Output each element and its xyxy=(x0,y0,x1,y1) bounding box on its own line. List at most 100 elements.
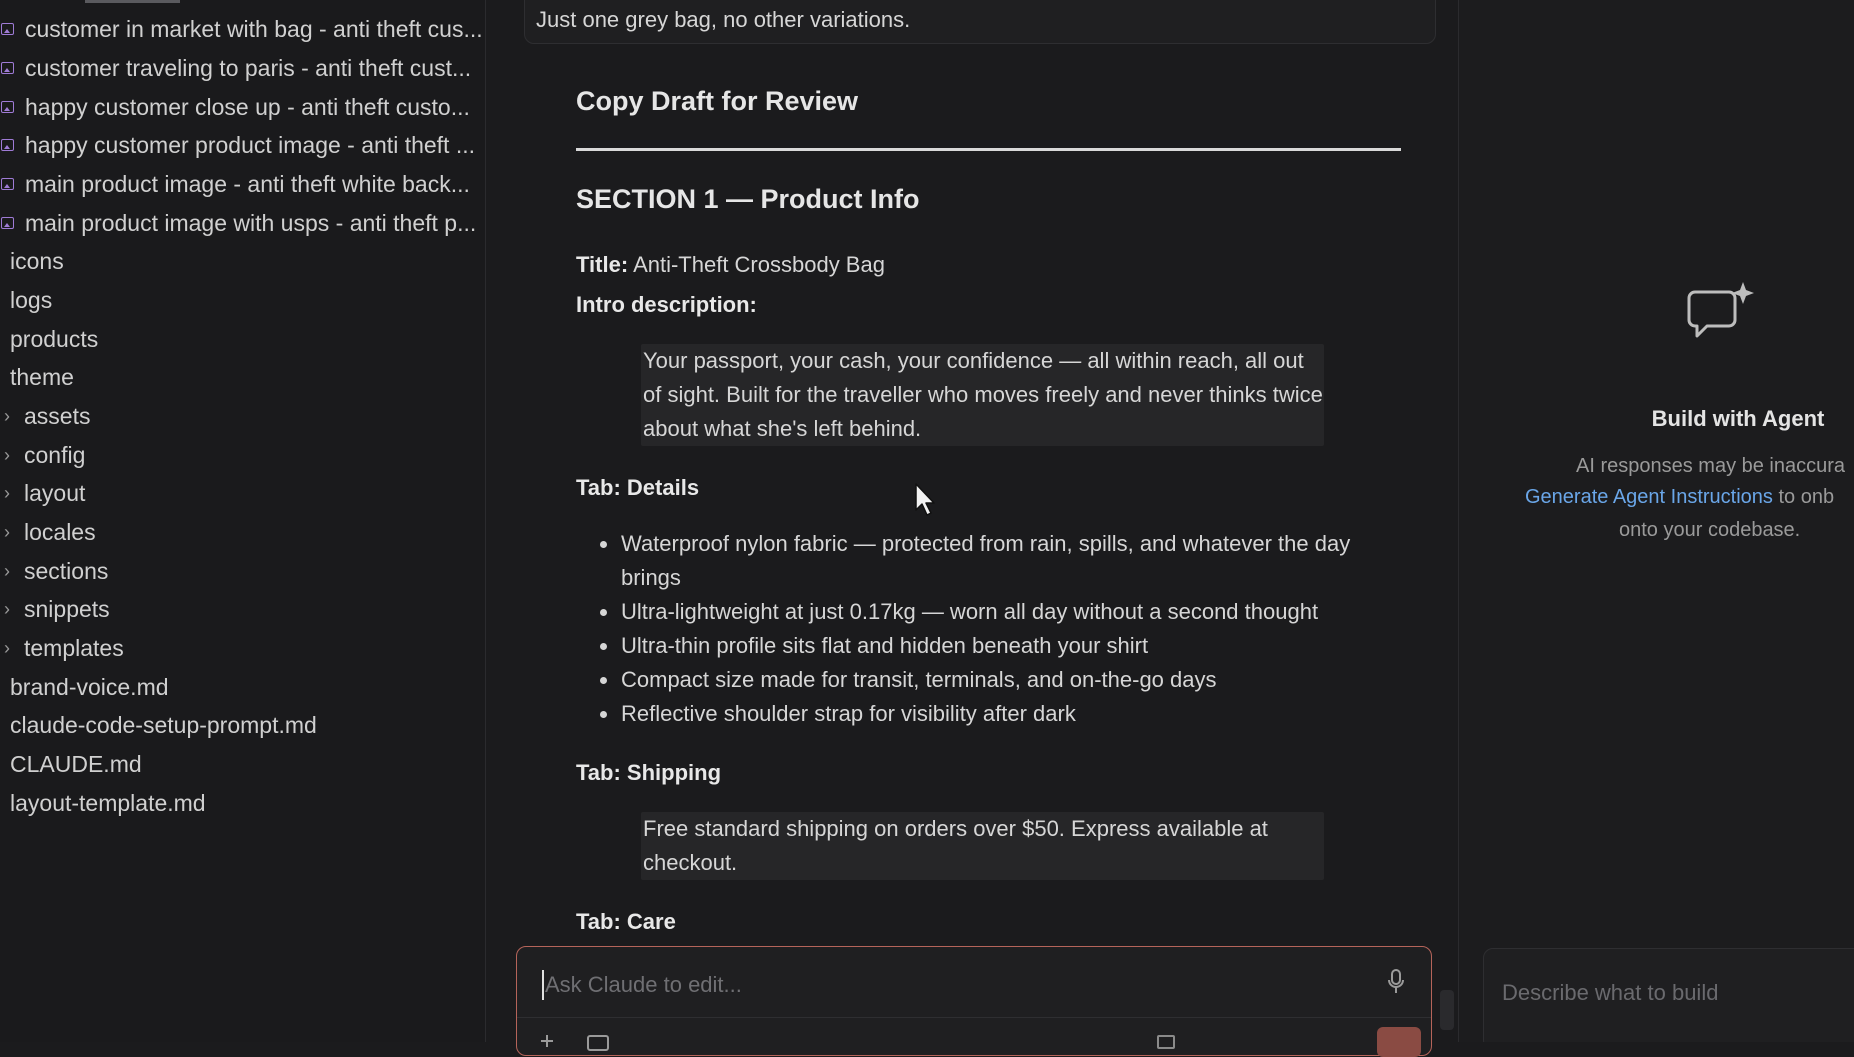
list-item: Waterproof nylon fabric — protected from… xyxy=(576,527,1406,595)
tree-item-label: assets xyxy=(24,402,91,429)
build-input-box[interactable] xyxy=(1483,948,1854,1042)
plus-icon[interactable] xyxy=(539,1033,555,1054)
tree-item-folder-collapsed[interactable]: › config xyxy=(0,436,485,474)
chevron-right-icon: › xyxy=(4,599,10,619)
title-value: Anti-Theft Crossbody Bag xyxy=(633,252,885,277)
tree-item-image-file[interactable]: customer traveling to paris - anti theft… xyxy=(0,49,485,87)
image-file-icon xyxy=(0,138,14,152)
tree-item-folder[interactable]: logs xyxy=(0,281,485,319)
tree-item-label: layout-template.md xyxy=(10,789,206,816)
tree-item-folder-collapsed[interactable]: › sections xyxy=(0,552,485,590)
tree-item-label: theme xyxy=(10,363,74,390)
title-line: Title: Anti-Theft Crossbody Bag xyxy=(576,252,885,278)
tree-item-file[interactable]: claude-code-setup-prompt.md xyxy=(0,706,485,744)
shipping-text: Free standard shipping on orders over $5… xyxy=(643,816,1268,875)
chat-sparkle-icon xyxy=(1685,280,1759,353)
list-item: Reflective shoulder strap for visibility… xyxy=(576,697,1406,731)
tree-item-folder[interactable]: theme xyxy=(0,358,485,396)
tree-item-label: claude-code-setup-prompt.md xyxy=(10,711,317,738)
conversation-panel: Just one grey bag, no other variations. … xyxy=(486,0,1458,1042)
details-label: Tab: Details xyxy=(576,475,700,500)
attachment-icon[interactable] xyxy=(587,1035,609,1051)
agent-codebase-line: onto your codebase. xyxy=(1619,519,1801,541)
tree-item-label: main product image - anti theft white ba… xyxy=(25,170,470,197)
generate-agent-instructions-link[interactable]: Generate Agent Instructions xyxy=(1525,486,1773,508)
tree-item-file[interactable]: layout-template.md xyxy=(0,784,485,822)
scrollbar[interactable] xyxy=(1440,990,1454,1030)
section-heading: SECTION 1 — Product Info xyxy=(576,184,920,214)
tree-item-folder-collapsed[interactable]: › locales xyxy=(0,513,485,551)
tree-item-folder-collapsed[interactable]: › layout xyxy=(0,474,485,512)
folder-icon[interactable] xyxy=(1157,1035,1175,1049)
mouse-cursor-icon xyxy=(914,482,938,523)
list-item: Compact size made for transit, terminals… xyxy=(576,663,1406,697)
tree-item-label: CLAUDE.md xyxy=(10,750,142,777)
tree-item-file[interactable]: CLAUDE.md xyxy=(0,745,485,783)
tree-item-label: layout xyxy=(24,479,86,506)
image-file-icon xyxy=(0,100,14,114)
chevron-right-icon: › xyxy=(4,483,10,503)
tree-item-folder[interactable]: products xyxy=(0,320,485,358)
image-file-icon xyxy=(0,22,14,36)
agent-disclaimer: AI responses may be inaccura xyxy=(1576,455,1846,477)
microphone-icon[interactable] xyxy=(1387,969,1405,1000)
tree-item-label: icons xyxy=(10,247,64,274)
draft-heading: Copy Draft for Review xyxy=(576,86,859,116)
tree-item-image-file[interactable]: main product image - anti theft white ba… xyxy=(0,165,485,203)
image-file-icon xyxy=(0,61,14,75)
intro-blockquote: Your passport, your cash, your confidenc… xyxy=(641,344,1324,446)
file-explorer-sidebar: customer in market with bag - anti theft… xyxy=(0,0,486,1042)
list-item: Ultra-thin profile sits flat and hidden … xyxy=(576,629,1406,663)
care-label: Tab: Care xyxy=(576,909,676,934)
tree-item-label: customer traveling to paris - anti theft… xyxy=(25,54,472,81)
agent-instructions-line: Generate Agent Instructions to onb xyxy=(1525,486,1834,509)
tree-item-label: snippets xyxy=(24,595,110,622)
send-button[interactable] xyxy=(1377,1027,1421,1057)
tree-item-label: customer in market with bag - anti theft… xyxy=(25,15,483,42)
input-divider xyxy=(517,1017,1431,1018)
shipping-label: Tab: Shipping xyxy=(576,760,722,785)
tree-item-image-file[interactable]: happy customer close up - anti theft cus… xyxy=(0,88,485,126)
tree-item-folder-collapsed[interactable]: › snippets xyxy=(0,590,485,628)
intro-label-line: Intro description: xyxy=(576,292,757,318)
tree-item-folder-collapsed[interactable]: › assets xyxy=(0,397,485,435)
chevron-right-icon: › xyxy=(4,522,10,542)
shipping-label-line: Tab: Shipping xyxy=(576,760,721,786)
tree-item-image-file[interactable]: main product image with usps - anti thef… xyxy=(0,204,485,242)
chevron-right-icon: › xyxy=(4,638,10,658)
tree-item-file[interactable]: brand-voice.md xyxy=(0,668,485,706)
agent-panel: Build with Agent AI responses may be ina… xyxy=(1458,0,1854,1042)
chevron-right-icon: › xyxy=(4,561,10,581)
chat-input-box[interactable] xyxy=(516,946,1432,1057)
previous-message-text: Just one grey bag, no other variations. xyxy=(536,7,911,32)
tree-item-label: main product image with usps - anti thef… xyxy=(25,209,477,236)
horizontal-rule xyxy=(576,148,1401,151)
intro-text: Your passport, your cash, your confidenc… xyxy=(643,348,1323,441)
image-file-icon xyxy=(0,177,14,191)
tree-item-label: products xyxy=(10,325,99,352)
tree-item-folder-collapsed[interactable]: › templates xyxy=(0,629,485,667)
previous-message-card: Just one grey bag, no other variations. xyxy=(524,0,1436,44)
care-label-line: Tab: Care xyxy=(576,909,676,935)
tree-item-folder[interactable]: icons xyxy=(0,242,485,280)
list-item: Ultra-lightweight at just 0.17kg — worn … xyxy=(576,595,1406,629)
tree-item-label: templates xyxy=(24,634,124,661)
tree-item-label: locales xyxy=(24,518,96,545)
agent-panel-title: Build with Agent xyxy=(1651,406,1825,431)
describe-build-input[interactable] xyxy=(1500,975,1854,1011)
tree-item-label: happy customer close up - anti theft cus… xyxy=(25,93,470,120)
chevron-right-icon: › xyxy=(4,406,10,426)
tree-item-image-file[interactable]: happy customer product image - anti thef… xyxy=(0,126,485,164)
title-label: Title: xyxy=(576,252,629,277)
tree-item-label: config xyxy=(24,441,86,468)
tree-item-label: brand-voice.md xyxy=(10,673,169,700)
tree-item-label: logs xyxy=(10,286,53,313)
tree-item-image-file[interactable]: customer in market with bag - anti theft… xyxy=(0,10,485,48)
image-file-icon xyxy=(0,216,14,230)
tree-item-label: sections xyxy=(24,557,109,584)
details-label-line: Tab: Details xyxy=(576,475,699,501)
intro-label: Intro description: xyxy=(576,292,757,317)
ask-claude-input[interactable] xyxy=(543,966,1347,1004)
tree-item-label: happy customer product image - anti thef… xyxy=(25,131,476,158)
shipping-blockquote: Free standard shipping on orders over $5… xyxy=(641,812,1324,880)
